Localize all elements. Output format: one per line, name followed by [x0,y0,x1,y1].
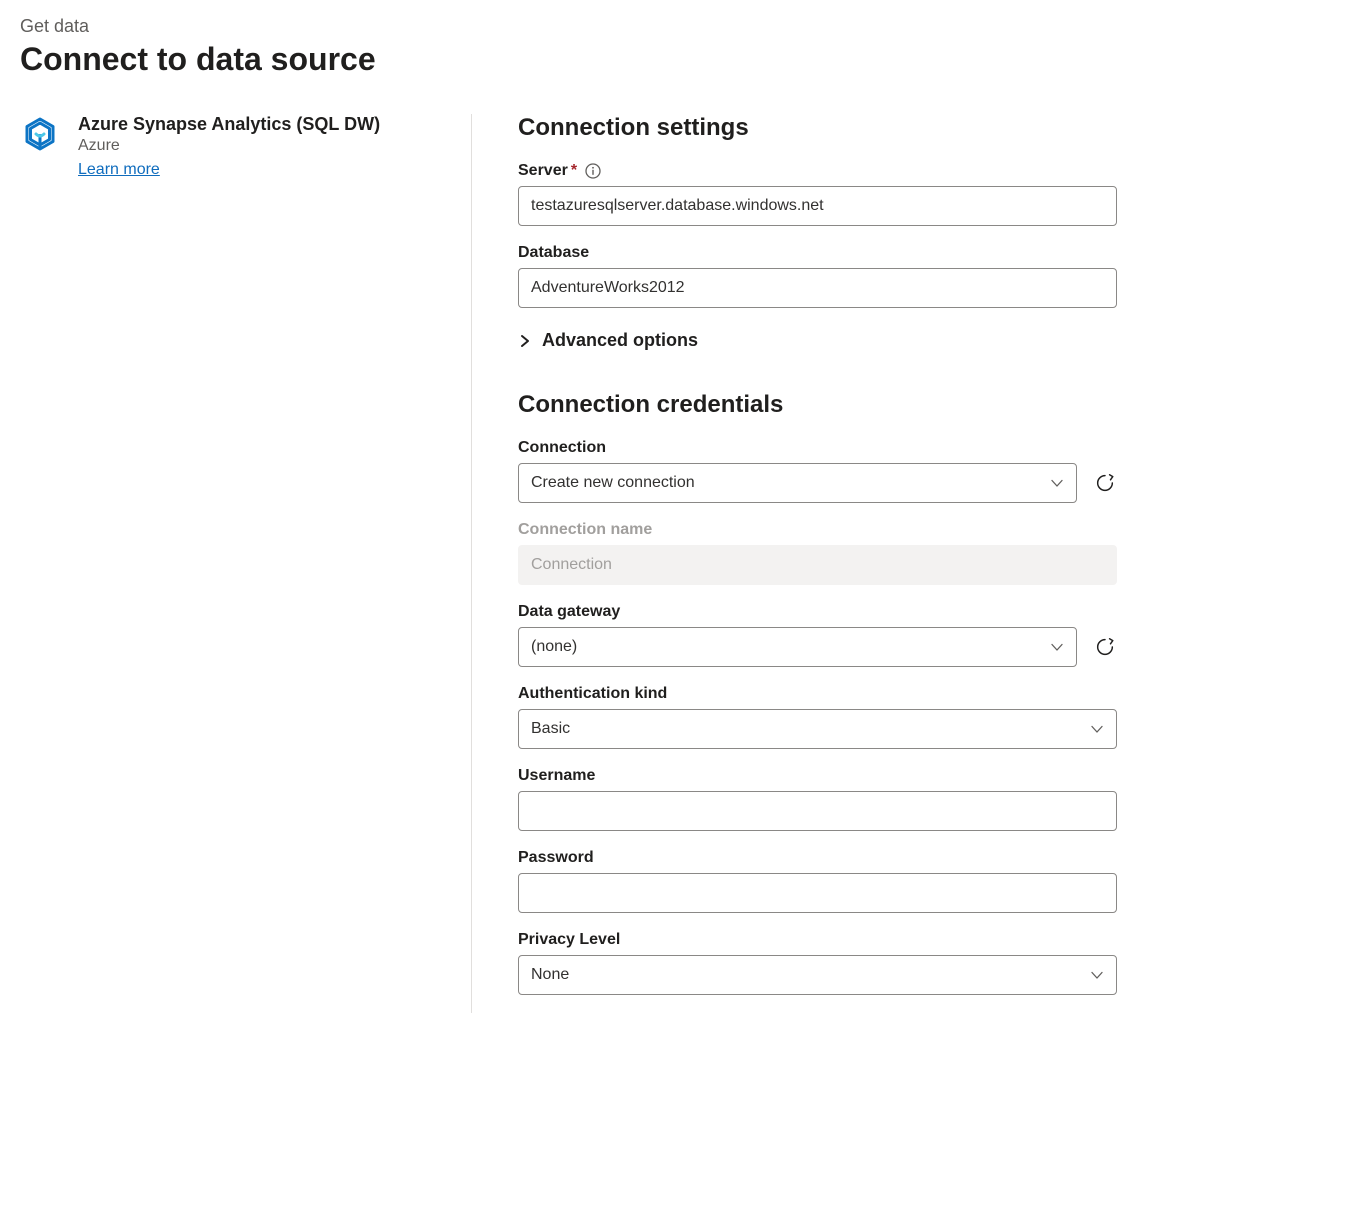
info-icon[interactable] [585,163,601,179]
synapse-icon [20,116,60,156]
advanced-options-toggle[interactable]: Advanced options [518,330,1117,351]
chevron-down-icon [1050,476,1064,490]
auth-kind-select[interactable]: Basic [518,709,1117,749]
chevron-down-icon [1090,968,1104,982]
required-mark: * [571,162,577,180]
privacy-level-label: Privacy Level [518,931,1117,949]
auth-kind-select-value: Basic [531,720,570,738]
chevron-down-icon [1090,722,1104,736]
gateway-label: Data gateway [518,603,1117,621]
password-input[interactable] [518,873,1117,913]
server-label: Server * [518,162,1117,180]
chevron-down-icon [1050,640,1064,654]
password-label: Password [518,849,1117,867]
source-subtitle: Azure [78,137,447,155]
connection-settings-heading: Connection settings [518,114,1117,142]
data-source-panel: Azure Synapse Analytics (SQL DW) Azure L… [20,114,472,1013]
connection-select-value: Create new connection [531,474,695,492]
page-title: Connect to data source [20,41,1347,78]
connection-select[interactable]: Create new connection [518,463,1077,503]
privacy-level-select[interactable]: None [518,955,1117,995]
username-input[interactable] [518,791,1117,831]
gateway-select[interactable]: (none) [518,627,1077,667]
learn-more-link[interactable]: Learn more [78,161,160,179]
auth-kind-label: Authentication kind [518,685,1117,703]
form-panel: Connection settings Server * Database Ad… [472,114,1347,1013]
connection-refresh-button[interactable] [1093,471,1117,495]
connection-name-label: Connection name [518,521,1117,539]
privacy-level-select-value: None [531,966,569,984]
username-label: Username [518,767,1117,785]
database-input[interactable] [518,268,1117,308]
server-input[interactable] [518,186,1117,226]
connection-name-input [518,545,1117,585]
connection-label: Connection [518,439,1117,457]
database-label: Database [518,244,1117,262]
source-title: Azure Synapse Analytics (SQL DW) [78,114,447,135]
chevron-right-icon [518,334,532,348]
gateway-select-value: (none) [531,638,577,656]
breadcrumb: Get data [20,16,1347,37]
gateway-refresh-button[interactable] [1093,635,1117,659]
connection-credentials-heading: Connection credentials [518,391,1117,419]
advanced-options-label: Advanced options [542,330,698,351]
